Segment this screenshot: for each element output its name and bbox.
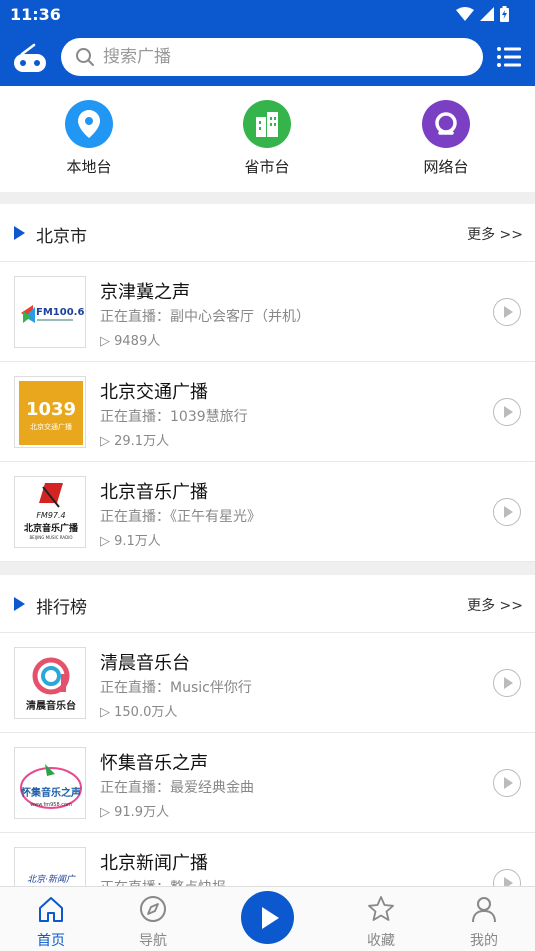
play-icon[interactable] bbox=[241, 891, 294, 944]
search-icon bbox=[76, 48, 94, 66]
list-item[interactable]: FM100.6 京津冀之声 正在直播：副中心会客厅（并机） ▷ 9489人 bbox=[0, 262, 535, 362]
triangle-marker-icon bbox=[14, 226, 25, 240]
now-playing: 正在直播：Music伴你行 bbox=[100, 680, 252, 696]
signal-icon bbox=[480, 7, 494, 21]
section-title: 北京市 bbox=[36, 227, 87, 247]
section-title: 排行榜 bbox=[36, 598, 87, 618]
logo-subtext: 北京音乐广播 bbox=[24, 522, 79, 534]
section-ranking: 排行榜 更多 >> 清晨音乐台 清晨音乐台 正在直播：Music伴你行 ▷ 15… bbox=[0, 575, 535, 933]
list-item[interactable]: 怀集音乐之声 www.fm958.com 怀集音乐之声 正在直播：最爱经典金曲 … bbox=[0, 733, 535, 833]
star-icon bbox=[368, 896, 394, 921]
nav-home[interactable]: 首页 bbox=[16, 895, 86, 950]
play-icon[interactable] bbox=[493, 398, 521, 426]
status-time: 11:36 bbox=[10, 5, 61, 24]
location-pin-icon bbox=[65, 100, 113, 148]
logo-en-text: BEIJING MUSIC RADIO bbox=[29, 535, 72, 540]
station-logo: FM97.4 北京音乐广播 BEIJING MUSIC RADIO bbox=[14, 476, 86, 548]
logo-text: 清晨音乐台 bbox=[26, 699, 76, 712]
nav-me[interactable]: 我的 bbox=[449, 895, 519, 950]
list-menu-icon[interactable] bbox=[497, 46, 521, 68]
section-header: 北京市 更多 >> bbox=[0, 204, 535, 262]
logo-text: FM100.6 bbox=[36, 307, 84, 318]
logo-text: 1039 bbox=[26, 399, 76, 420]
now-playing: 正在直播：1039慧旅行 bbox=[100, 409, 248, 425]
logo-subtext: 北京交通广播 bbox=[30, 422, 72, 431]
station-name: 北京交通广播 bbox=[100, 382, 208, 403]
search-bar[interactable] bbox=[61, 38, 483, 76]
now-playing: 正在直播：最爱经典金曲 bbox=[100, 780, 254, 796]
listener-count: ▷ 29.1万人 bbox=[100, 434, 170, 449]
section-beijing: 北京市 更多 >> FM100.6 京津冀之声 正在直播：副中心会客厅（并机） … bbox=[0, 204, 535, 562]
status-bar: 11:36 bbox=[0, 0, 535, 30]
station-logo: 怀集音乐之声 www.fm958.com bbox=[14, 747, 86, 819]
more-link[interactable]: 更多 >> bbox=[467, 595, 523, 615]
play-icon[interactable] bbox=[493, 769, 521, 797]
battery-icon bbox=[500, 6, 509, 22]
logo-subtext: www.fm958.com bbox=[30, 802, 72, 808]
play-icon[interactable] bbox=[493, 298, 521, 326]
section-header: 排行榜 更多 >> bbox=[0, 575, 535, 633]
nav-favorites[interactable]: 收藏 bbox=[346, 895, 416, 950]
logo-text: 北京·新闻广 bbox=[27, 874, 77, 885]
home-icon bbox=[39, 897, 63, 922]
category-local[interactable]: 本地台 bbox=[39, 100, 139, 177]
listener-count: ▷ 150.0万人 bbox=[100, 705, 178, 720]
category-label: 本地台 bbox=[66, 158, 112, 176]
nav-label: 我的 bbox=[470, 933, 498, 949]
user-icon bbox=[472, 897, 496, 923]
play-icon[interactable] bbox=[493, 498, 521, 526]
nav-navigation[interactable]: 导航 bbox=[118, 895, 188, 950]
search-input[interactable] bbox=[103, 38, 463, 76]
more-link[interactable]: 更多 >> bbox=[467, 224, 523, 244]
bottom-nav: 首页 导航 收藏 我的 bbox=[0, 886, 535, 951]
now-playing: 正在直播：副中心会客厅（并机） bbox=[100, 309, 310, 325]
listener-count: ▷ 9489人 bbox=[100, 334, 161, 349]
logo-text: 怀集音乐之声 bbox=[21, 786, 81, 799]
station-logo: 1039 北京交通广播 bbox=[14, 376, 86, 448]
now-playing: 正在直播：《正午有星光》 bbox=[100, 509, 261, 525]
station-name: 北京音乐广播 bbox=[100, 482, 208, 503]
station-name: 京津冀之声 bbox=[100, 282, 190, 303]
nav-label: 收藏 bbox=[367, 933, 395, 949]
nav-label: 导航 bbox=[139, 933, 167, 949]
station-name: 北京新闻广播 bbox=[100, 853, 208, 874]
category-label: 网络台 bbox=[423, 158, 469, 176]
category-province[interactable]: 省市台 bbox=[217, 100, 317, 177]
q-circle-icon bbox=[422, 100, 470, 148]
triangle-marker-icon bbox=[14, 597, 25, 611]
compass-icon bbox=[140, 896, 166, 922]
list-item[interactable]: FM97.4 北京音乐广播 BEIJING MUSIC RADIO 北京音乐广播… bbox=[0, 462, 535, 562]
listener-count: ▷ 9.1万人 bbox=[100, 534, 161, 549]
radio-icon[interactable] bbox=[12, 42, 48, 74]
play-icon[interactable] bbox=[493, 669, 521, 697]
station-name: 怀集音乐之声 bbox=[100, 753, 208, 774]
list-item[interactable]: 清晨音乐台 清晨音乐台 正在直播：Music伴你行 ▷ 150.0万人 bbox=[0, 633, 535, 733]
logo-text: FM97.4 bbox=[36, 511, 65, 520]
station-name: 清晨音乐台 bbox=[100, 653, 190, 674]
top-bar bbox=[0, 30, 535, 86]
category-internet[interactable]: 网络台 bbox=[396, 100, 496, 177]
building-icon bbox=[243, 100, 291, 148]
wifi-icon bbox=[456, 7, 474, 21]
list-item[interactable]: 1039 北京交通广播 北京交通广播 正在直播：1039慧旅行 ▷ 29.1万人 bbox=[0, 362, 535, 462]
station-logo: FM100.6 bbox=[14, 276, 86, 348]
listener-count: ▷ 91.9万人 bbox=[100, 805, 170, 820]
category-label: 省市台 bbox=[244, 158, 290, 176]
station-logo: 清晨音乐台 bbox=[14, 647, 86, 719]
category-row: 本地台 省市台 网络台 bbox=[0, 86, 535, 192]
nav-label: 首页 bbox=[37, 933, 65, 949]
